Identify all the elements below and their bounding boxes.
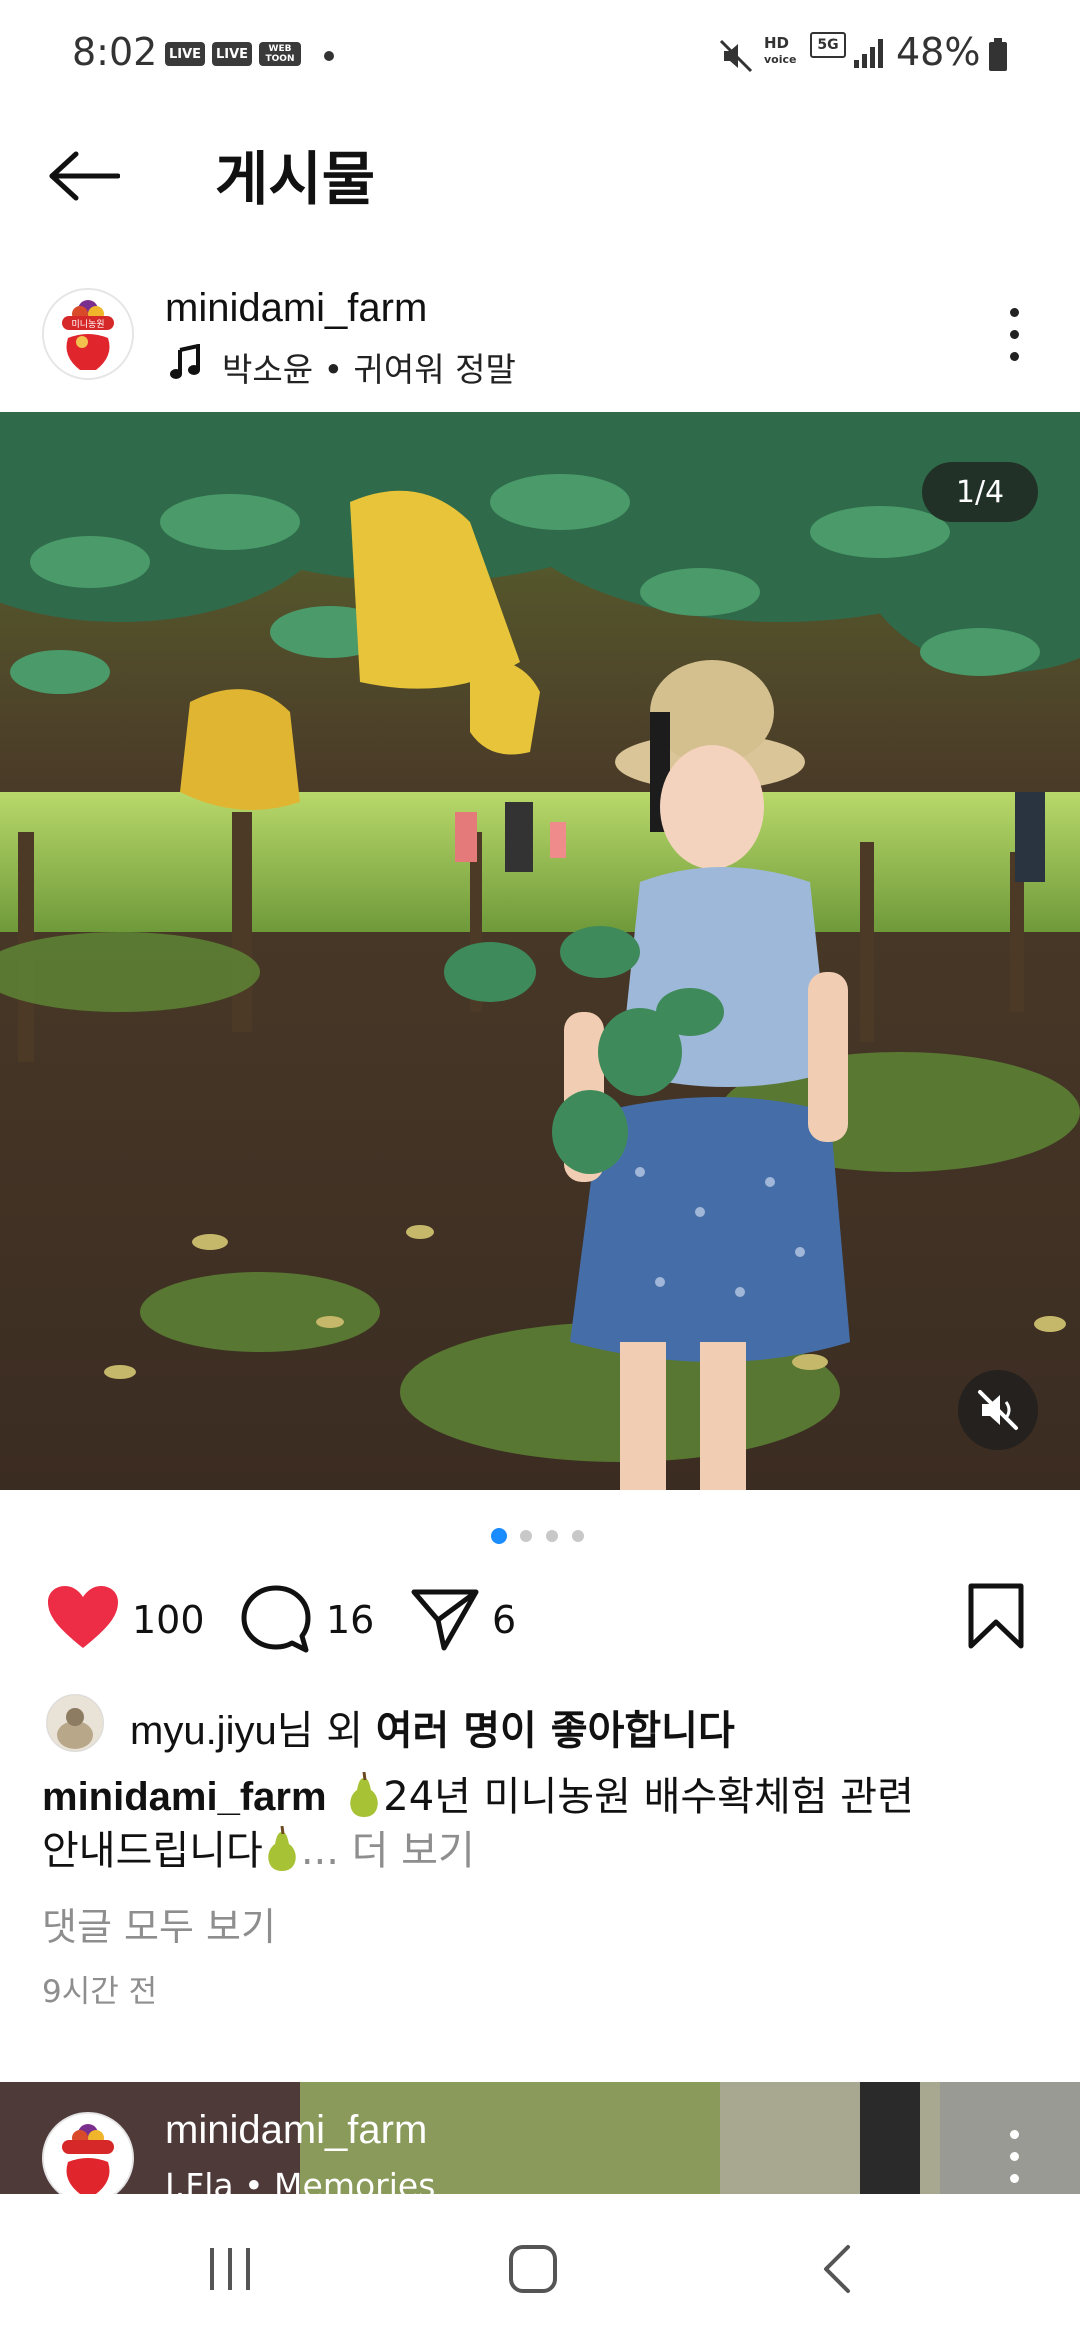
live-badge: LIVE (165, 42, 205, 66)
webtoon-badge: WEB TOON (259, 42, 301, 66)
hd-voice-icon: HD voice (764, 34, 797, 67)
liker-username[interactable]: myu.jiyu (130, 1709, 277, 1753)
orchard-photo (0, 412, 1080, 1490)
carousel-dot (520, 1530, 532, 1542)
system-nav-bar (0, 2194, 1080, 2340)
music-note-icon (170, 344, 200, 379)
image-counter: 1/4 (922, 462, 1038, 522)
post-caption: minidami_farm 24년 미니농원 배수확체험 관련 안내드립니다 .… (42, 1770, 1042, 1878)
caption-more-link[interactable]: ... 더 보기 (301, 1828, 475, 1874)
bookmark-icon[interactable] (966, 1582, 1026, 1650)
farm-logo: 미니농원 (44, 290, 132, 378)
pear-emoji-icon (350, 1771, 378, 1817)
back-nav-icon[interactable] (822, 2244, 852, 2294)
status-bar: 8:02 LIVE LIVE WEB TOON HD voice 5G 48% (0, 0, 1080, 110)
next-post-photo (0, 2082, 1080, 2194)
muted-speaker-icon (978, 1390, 1018, 1430)
caption-text-line-1: 24년 미니농원 배수확체험 관련 (383, 1774, 914, 1820)
carousel-dot-active (491, 1528, 507, 1544)
next-post-author[interactable]: minidami_farm (165, 2108, 427, 2153)
next-post-author-avatar[interactable] (42, 2112, 134, 2204)
liker-avatar-image (47, 1695, 103, 1751)
farm-logo (44, 2114, 132, 2202)
5g-icon: 5G (810, 32, 846, 58)
liked-by-text: myu.jiyu님 외 여러 명이 좋아합니다 (130, 1698, 735, 1756)
audio-toggle-button[interactable] (958, 1370, 1038, 1450)
like-heart-icon[interactable] (46, 1584, 120, 1650)
mute-icon (719, 39, 753, 73)
comments-count[interactable]: 16 (326, 1598, 374, 1642)
caption-text-line-2: 안내드립니다 (42, 1828, 263, 1874)
view-all-comments-link[interactable]: 댓글 모두 보기 (42, 1896, 276, 1951)
page-title: 게시물 (215, 145, 376, 213)
author-username[interactable]: minidami_farm (165, 286, 427, 331)
liker-avatar[interactable] (46, 1694, 104, 1752)
caption-username[interactable]: minidami_farm (42, 1775, 327, 1819)
shares-count[interactable]: 6 (492, 1598, 516, 1642)
liked-by-others[interactable]: 여러 명이 좋아합니다 (376, 1708, 735, 1754)
music-label[interactable]: 박소윤 • 귀여워 정말 (222, 343, 516, 391)
live-badge: LIVE (212, 42, 252, 66)
next-post-more-icon[interactable] (1010, 2130, 1022, 2190)
recent-apps-icon[interactable] (206, 2246, 254, 2292)
post-image[interactable] (0, 412, 1080, 1490)
svg-text:미니농원: 미니농원 (71, 319, 104, 330)
post-time-ago: 9시간 전 (42, 1974, 158, 2010)
back-arrow-icon[interactable] (48, 150, 120, 202)
carousel-dot (546, 1530, 558, 1542)
comment-bubble-icon[interactable] (240, 1584, 312, 1654)
share-send-icon[interactable] (410, 1586, 480, 1652)
home-icon[interactable] (508, 2244, 558, 2294)
author-avatar[interactable]: 미니농원 (42, 288, 134, 380)
status-time: 8:02 (72, 30, 158, 74)
pear-emoji-icon (268, 1825, 296, 1871)
next-post-image[interactable] (0, 2082, 1080, 2194)
liked-by-suffix: 님 외 (276, 1708, 376, 1754)
carousel-dot (572, 1530, 584, 1542)
notification-dot (324, 51, 334, 61)
battery-icon (989, 38, 1007, 71)
more-options-icon[interactable] (1010, 308, 1022, 368)
likes-count[interactable]: 100 (132, 1598, 205, 1642)
signal-icon (854, 39, 883, 68)
battery-percent: 48% (896, 30, 981, 74)
